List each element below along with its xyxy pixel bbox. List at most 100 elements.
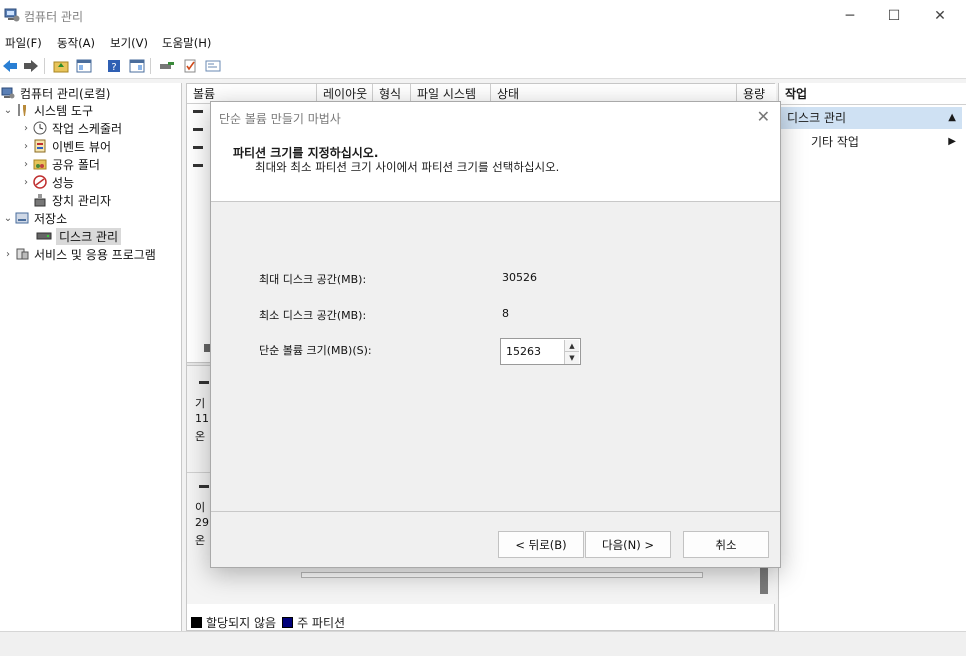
more-actions-label: 기타 작업 (811, 135, 859, 149)
dialog-header: 파티션 크기를 지정하십시오. 최대와 최소 파티션 크기 사이에서 파티션 크… (211, 132, 780, 202)
up-folder-button[interactable] (51, 56, 71, 76)
actions-section-label: 디스크 관리 (787, 111, 847, 125)
increment-up-icon[interactable]: ▲ (564, 340, 579, 352)
actions-section-disk-management[interactable]: 디스크 관리 ▲ (779, 107, 962, 129)
dialog-separator (211, 511, 780, 512)
forward-arrow-icon (24, 60, 38, 72)
vertical-scrollbar-thumb[interactable] (760, 568, 768, 594)
volume-row-icon (193, 128, 203, 131)
svg-text:?: ? (111, 62, 116, 73)
event-log-icon (32, 138, 48, 154)
console-tree: 컴퓨터 관리(로컬) ⌄ 시스템 도구 › 작업 스케줄러 › 이벤트 뷰어 › (0, 83, 182, 631)
actions-pane: 작업 디스크 관리 ▲ 기타 작업 ▶ (778, 83, 966, 631)
submenu-arrow-icon: ▶ (948, 136, 956, 147)
cancel-button[interactable]: 취소 (683, 531, 769, 558)
disk-0-label-line: 기 (195, 397, 206, 410)
horizontal-scrollbar[interactable] (301, 572, 703, 578)
tree-label: 컴퓨터 관리(로컬) (20, 86, 111, 101)
more-actions-item[interactable]: 기타 작업 ▶ (779, 131, 962, 153)
console-tree-icon (76, 59, 92, 73)
properties-icon (205, 60, 221, 72)
disk-drive-icon (36, 228, 52, 244)
forward-button[interactable] (21, 56, 41, 76)
legend-primary-swatch (282, 617, 294, 628)
computer-management-icon (4, 8, 20, 22)
close-button[interactable]: ✕ (917, 0, 963, 31)
tree-item-shared-folders[interactable]: › 공유 폴더 (20, 155, 100, 173)
collapse-chevron-icon[interactable]: › (20, 159, 32, 170)
menu-action[interactable]: 동작(A) (57, 35, 95, 51)
connect-button[interactable] (157, 56, 177, 76)
collapse-chevron-icon[interactable]: › (20, 123, 32, 134)
disk-0-label-line: 11 (195, 412, 209, 425)
tree-label: 성능 (52, 175, 75, 190)
shared-folder-icon (32, 156, 48, 172)
tree-item-task-scheduler[interactable]: › 작업 스케줄러 (20, 119, 122, 137)
next-button[interactable]: 다음(N) > (585, 531, 671, 558)
disk-1-label-line: 이 (195, 501, 206, 514)
maximize-button[interactable]: ☐ (871, 0, 917, 31)
menu-bar: 파일(F) 동작(A) 보기(V) 도움말(H) (0, 31, 966, 53)
maximize-icon: ☐ (887, 7, 901, 24)
decrement-down-icon[interactable]: ▼ (564, 352, 579, 364)
new-simple-volume-wizard: 단순 볼륨 만들기 마법사 ✕ 파티션 크기를 지정하십시오. 최대와 최소 파… (210, 101, 781, 568)
max-disk-space-value: 30526 (502, 271, 537, 284)
help-button[interactable]: ? (104, 56, 124, 76)
show-action-pane-button[interactable] (127, 56, 147, 76)
menu-help[interactable]: 도움말(H) (162, 35, 211, 51)
menu-view[interactable]: 보기(V) (110, 35, 148, 51)
tools-icon (14, 102, 30, 118)
close-icon: ✕ (934, 7, 946, 24)
toolbar: ? (0, 53, 966, 79)
device-manager-icon (32, 192, 48, 208)
check-button[interactable] (180, 56, 200, 76)
services-icon (14, 246, 30, 262)
computer-management-window: 컴퓨터 관리 ─ ☐ ✕ 파일(F) 동작(A) 보기(V) 도움말(H) ? (0, 0, 966, 656)
tree-item-device-manager[interactable]: 장치 관리자 (32, 191, 111, 209)
disk-0-label-line: 온 (195, 430, 206, 443)
legend-unallocated-swatch (191, 617, 202, 628)
minimize-button[interactable]: ─ (827, 0, 873, 31)
computer-management-icon (0, 85, 16, 101)
volume-size-stepper[interactable]: ▲ ▼ (500, 338, 581, 365)
minimize-icon: ─ (845, 7, 855, 24)
tree-item-root[interactable]: 컴퓨터 관리(로컬) (0, 84, 110, 102)
tree-item-services-applications[interactable]: › 서비스 및 응용 프로그램 (2, 245, 156, 263)
volume-size-input[interactable] (502, 340, 563, 363)
min-disk-space-label: 최소 디스크 공간(MB): (259, 309, 367, 322)
legend: 할당되지 않음 주 파티션 (191, 614, 345, 631)
tree-item-system-tools[interactable]: ⌄ 시스템 도구 (2, 101, 93, 119)
back-button[interactable]: < 뒤로(B) (498, 531, 584, 558)
collapse-chevron-icon[interactable]: › (20, 141, 32, 152)
tree-item-event-viewer[interactable]: › 이벤트 뷰어 (20, 137, 111, 155)
expand-chevron-icon[interactable]: ⌄ (2, 213, 14, 224)
actions-title: 작업 (779, 83, 966, 105)
window-title: 컴퓨터 관리 (24, 10, 84, 24)
dialog-close-icon[interactable]: ✕ (757, 107, 770, 126)
folder-up-icon (53, 61, 69, 73)
tree-item-performance[interactable]: › 성능 (20, 173, 74, 191)
show-hide-tree-button[interactable] (74, 56, 94, 76)
disk-icon (199, 485, 209, 488)
back-arrow-icon (3, 60, 17, 72)
properties-button[interactable] (203, 56, 223, 76)
tree-item-disk-management[interactable]: 디스크 관리 (36, 227, 122, 245)
clock-icon (32, 120, 48, 136)
tree-label: 서비스 및 응용 프로그램 (34, 247, 156, 262)
max-disk-space-label: 최대 디스크 공간(MB): (259, 273, 367, 286)
back-button[interactable] (0, 56, 20, 76)
tree-label: 작업 스케줄러 (52, 121, 123, 136)
dialog-title-bar: 단순 볼륨 만들기 마법사 ✕ (211, 102, 780, 132)
status-bar (0, 631, 966, 656)
expand-chevron-icon[interactable]: ⌄ (2, 105, 14, 116)
collapse-chevron-icon[interactable]: › (20, 177, 32, 188)
menu-file[interactable]: 파일(F) (5, 35, 42, 51)
connect-drive-icon (160, 62, 174, 69)
dialog-subheading: 최대와 최소 파티션 크기 사이에서 파티션 크기를 선택하십시오. (255, 160, 560, 174)
collapse-chevron-icon[interactable]: › (2, 249, 14, 260)
checklist-icon (184, 59, 196, 73)
disk-1-label-line: 29 (195, 516, 209, 529)
collapse-up-icon[interactable]: ▲ (948, 107, 956, 129)
title-bar: 컴퓨터 관리 ─ ☐ ✕ (0, 0, 966, 31)
tree-item-storage[interactable]: ⌄ 저장소 (2, 209, 67, 227)
